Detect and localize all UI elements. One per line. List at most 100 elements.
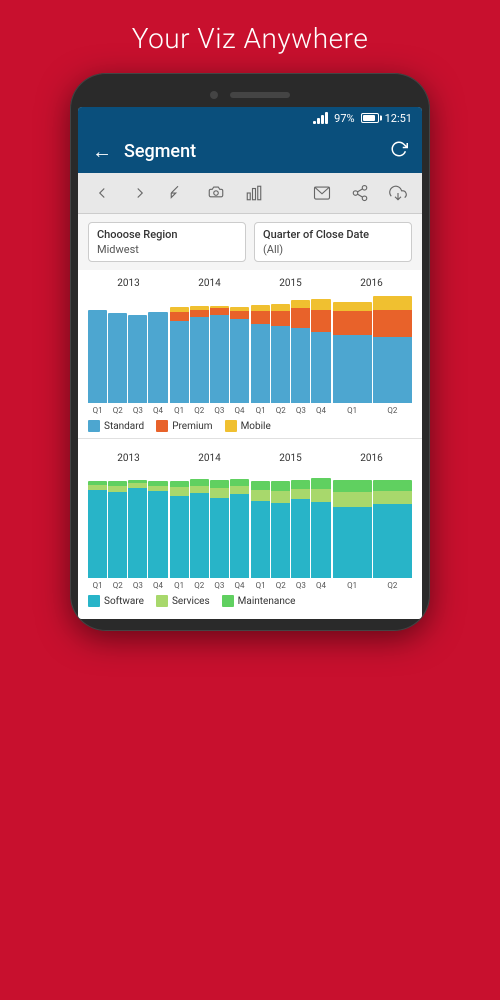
bar-item[interactable] — [373, 296, 412, 403]
home-nav-button[interactable] — [164, 179, 192, 207]
bar-item[interactable] — [108, 313, 127, 403]
bar-group-4 — [333, 293, 413, 403]
bar-item[interactable] — [333, 302, 372, 403]
quarter-label: Q3 — [128, 581, 147, 590]
bar-item[interactable] — [291, 300, 310, 403]
header-title: Your Viz Anywhere — [0, 0, 500, 73]
bar-item[interactable] — [251, 305, 270, 403]
bar-group2-1 — [88, 468, 168, 578]
bar-item[interactable] — [108, 481, 127, 578]
bar-group2-4 — [333, 468, 413, 578]
chart1-legend: Standard Premium Mobile — [88, 415, 412, 438]
refresh-button[interactable] — [390, 140, 408, 163]
legend-services: Services — [156, 595, 210, 607]
bar-item[interactable] — [148, 312, 167, 403]
bar-item[interactable] — [271, 481, 290, 578]
region-filter[interactable]: Chooose Region Midwest — [88, 222, 246, 262]
quarter-label: Q3 — [291, 581, 310, 590]
quarter-label: Q1 — [333, 406, 372, 415]
quarter-label: Q4 — [230, 406, 249, 415]
phone-top-bar — [78, 85, 422, 107]
bar-item[interactable] — [311, 478, 330, 578]
legend-maintenance: Maintenance — [222, 595, 296, 607]
camera-button[interactable] — [202, 179, 230, 207]
region-filter-value: Midwest — [97, 243, 237, 256]
bar-item[interactable] — [251, 481, 270, 578]
chart2-quarter-labels: Q1Q2Q3Q4Q1Q2Q3Q4Q1Q2Q3Q4Q1Q2 — [88, 581, 412, 590]
quarter-label: Q2 — [108, 581, 127, 590]
battery-percent: 97% — [334, 112, 354, 125]
quarter-filter[interactable]: Quarter of Close Date (All) — [254, 222, 412, 262]
phone-speaker — [230, 92, 290, 98]
download-button[interactable] — [384, 179, 412, 207]
year2-2016: 2016 — [331, 453, 412, 464]
phone-camera — [210, 91, 218, 99]
quarter-label: Q4 — [230, 581, 249, 590]
toolbar — [78, 173, 422, 214]
bar-item[interactable] — [190, 306, 209, 403]
year2-2014: 2014 — [169, 453, 250, 464]
email-button[interactable] — [308, 179, 336, 207]
filter-row: Chooose Region Midwest Quarter of Close … — [78, 214, 422, 270]
bar-item[interactable] — [88, 481, 107, 578]
clock: 12:51 — [385, 112, 412, 125]
chart1-year-labels: 2013 2014 2015 2016 — [88, 278, 412, 289]
bar-group-3 — [251, 293, 331, 403]
share-button[interactable] — [346, 179, 374, 207]
chart1-bars — [88, 293, 412, 403]
bar-item[interactable] — [170, 307, 189, 403]
year-2014: 2014 — [169, 278, 250, 289]
chart2-bars — [88, 468, 412, 578]
bar-item[interactable] — [271, 304, 290, 403]
chart2-year-labels: 2013 2014 2015 2016 — [88, 453, 412, 464]
battery-icon — [361, 113, 379, 123]
back-button[interactable]: ← — [92, 139, 112, 164]
bar-item[interactable] — [88, 310, 107, 404]
quarter-label: Q4 — [311, 581, 330, 590]
quarter-label: Q2 — [271, 406, 290, 415]
quarter-label: Q2 — [190, 406, 209, 415]
bar-item[interactable] — [128, 480, 147, 578]
back-nav-button[interactable] — [88, 179, 116, 207]
bar-item[interactable] — [170, 481, 189, 578]
bar-item[interactable] — [373, 480, 412, 578]
legend-premium: Premium — [156, 420, 212, 432]
signal-icon — [313, 112, 328, 124]
bar-item[interactable] — [210, 306, 229, 403]
quarter-label: Q3 — [128, 406, 147, 415]
bar-item[interactable] — [230, 479, 249, 578]
bar-item[interactable] — [210, 480, 229, 578]
quarter-label: Q1 — [88, 581, 107, 590]
quarter-label: Q2 — [271, 581, 290, 590]
bar-item[interactable] — [148, 481, 167, 578]
year-2016: 2016 — [331, 278, 412, 289]
bar-group-1 — [88, 293, 168, 403]
quarter-label: Q3 — [291, 406, 310, 415]
app-bar-title: Segment — [124, 141, 390, 162]
quarter-label: Q2 — [373, 581, 412, 590]
quarter-label: Q1 — [251, 581, 270, 590]
year2-2015: 2015 — [250, 453, 331, 464]
quarter-label: Q1 — [170, 406, 189, 415]
bar-item[interactable] — [291, 480, 310, 578]
bar-group2-2 — [170, 468, 250, 578]
bar-item[interactable] — [333, 480, 372, 578]
chart-button[interactable] — [240, 179, 268, 207]
bar-item[interactable] — [311, 299, 330, 404]
quarter-label: Q1 — [251, 406, 270, 415]
bar-item[interactable] — [128, 315, 147, 403]
app-bar: ← Segment — [78, 129, 422, 173]
quarter-filter-label: Quarter of Close Date — [263, 228, 403, 241]
quarter-label: Q3 — [210, 406, 229, 415]
year-2013: 2013 — [88, 278, 169, 289]
bar-item[interactable] — [190, 479, 209, 578]
bar-item[interactable] — [230, 307, 249, 403]
quarter-label: Q1 — [333, 581, 372, 590]
chart2-section: 2013 2014 2015 2016 Q1Q2Q3Q4Q1Q2Q3Q4Q1Q2… — [78, 445, 422, 619]
bar-group-2 — [170, 293, 250, 403]
quarter-label: Q4 — [311, 406, 330, 415]
phone-screen: 97% 12:51 ← Segment — [78, 107, 422, 619]
legend-mobile: Mobile — [225, 420, 271, 432]
quarter-label: Q1 — [88, 406, 107, 415]
forward-nav-button[interactable] — [126, 179, 154, 207]
